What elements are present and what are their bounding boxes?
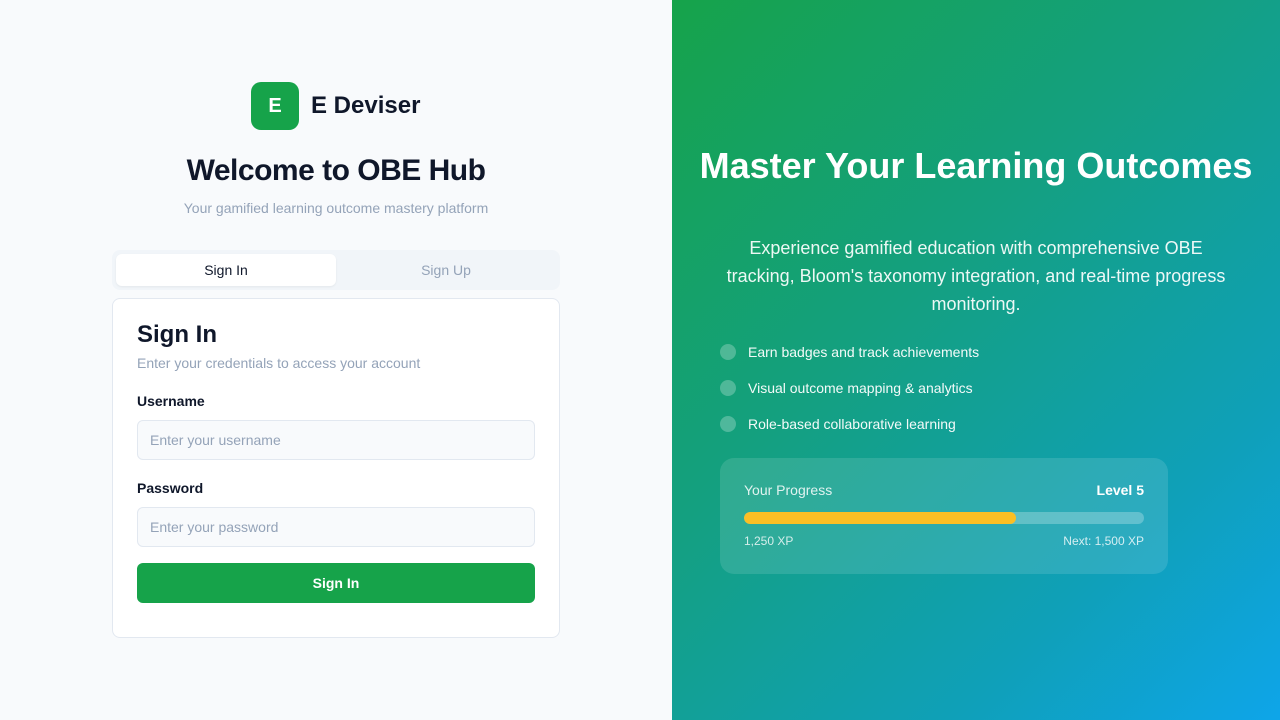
username-input[interactable] [137,420,535,460]
welcome-title: Welcome to OBE Hub [186,154,486,187]
hero-panel: Master Your Learning Outcomes Experience… [672,0,1280,720]
tab-sign-up[interactable]: Sign Up [336,254,556,286]
bullet-dot-icon [720,380,736,396]
next-xp: Next: 1,500 XP [1063,534,1144,548]
progress-card: Your Progress Level 5 1,250 XP Next: 1,5… [720,458,1168,574]
tab-sign-in[interactable]: Sign In [116,254,336,286]
brand-logo: E [251,82,299,130]
bullet-dot-icon [720,344,736,360]
feature-item: Visual outcome mapping & analytics [720,378,979,398]
card-title: Sign In [137,321,217,348]
xp-progress-fill [744,512,1016,524]
feature-item: Role-based collaborative learning [720,414,979,434]
brand: E E Deviser [251,82,420,130]
card-subtitle: Enter your credentials to access your ac… [137,355,421,371]
hero-title: Master Your Learning Outcomes [699,145,1253,186]
feature-text: Earn badges and track achievements [748,344,980,360]
welcome-tagline: Your gamified learning outcome mastery p… [183,200,489,216]
auth-page: E E Deviser Welcome to OBE Hub Your gami… [0,0,1280,720]
feature-list: Earn badges and track achievements Visua… [720,342,979,450]
level-badge: Level 5 [1096,482,1144,498]
progress-label: Your Progress [744,482,833,498]
sign-in-button[interactable]: Sign In [137,563,535,603]
xp-progress-bar [744,512,1144,524]
feature-item: Earn badges and track achievements [720,342,979,362]
bullet-dot-icon [720,416,736,432]
username-label: Username [137,393,205,409]
current-xp: 1,250 XP [744,534,794,548]
brand-name: E Deviser [311,92,421,119]
feature-text: Role-based collaborative learning [748,416,956,432]
password-input[interactable] [137,507,535,547]
password-label: Password [137,480,204,496]
auth-panel: E E Deviser Welcome to OBE Hub Your gami… [0,0,672,720]
hero-description: Experience gamified education with compr… [726,238,1226,314]
sign-in-card: Sign In Enter your credentials to access… [112,298,560,638]
auth-tabs: Sign In Sign Up [112,250,560,290]
feature-text: Visual outcome mapping & analytics [748,380,973,396]
